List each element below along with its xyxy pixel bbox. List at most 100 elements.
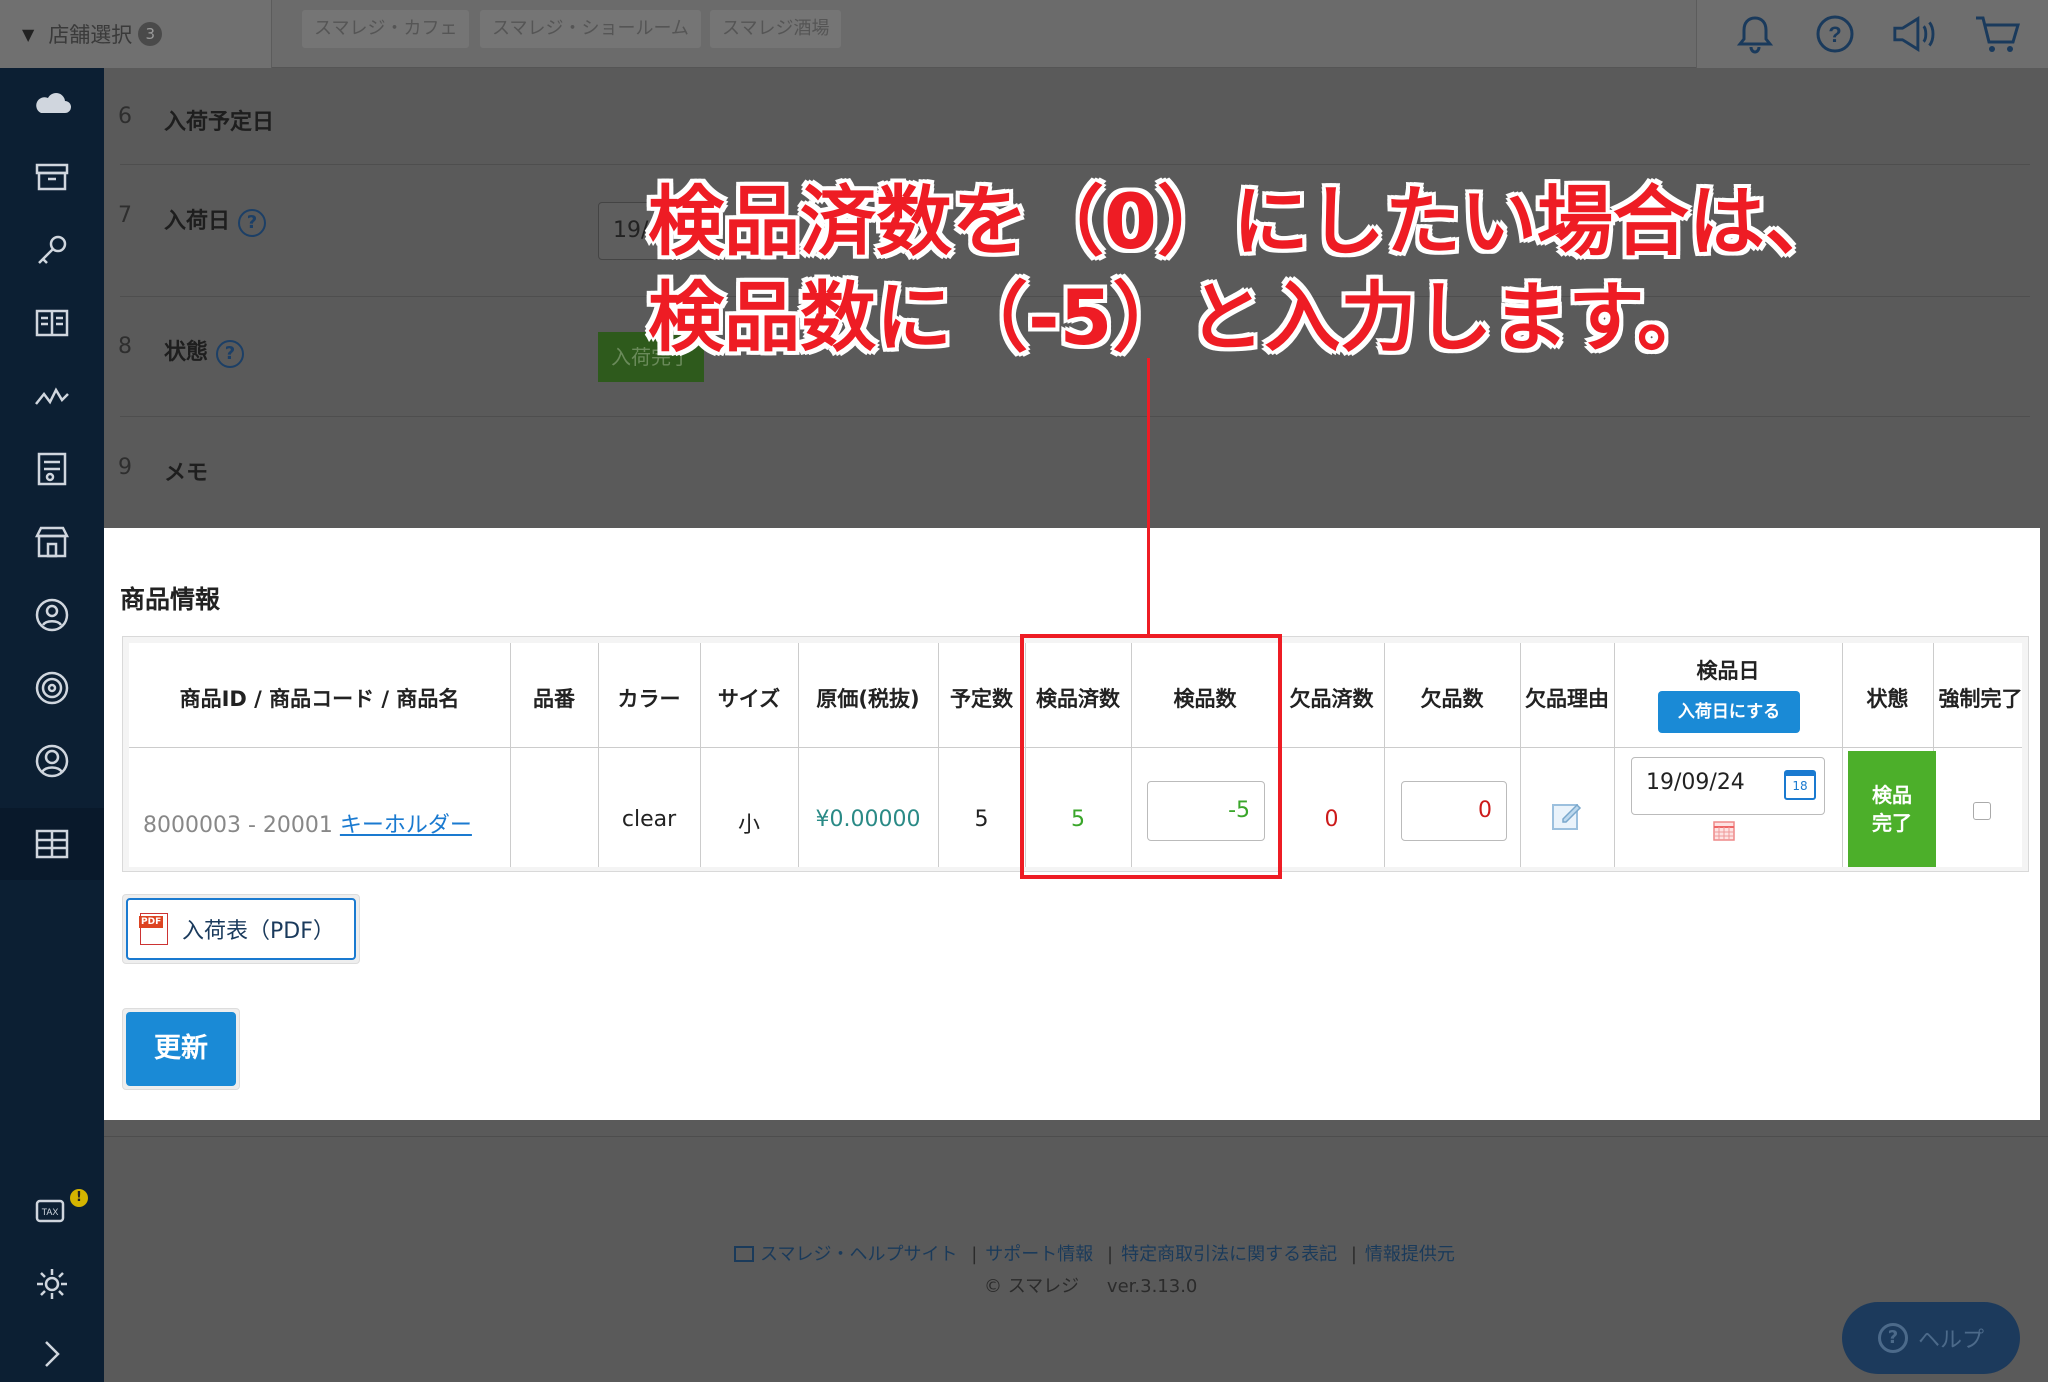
copyright: © スマレジ ver.3.13.0 (984, 1272, 1197, 1298)
missing-done-cell: 0 (1324, 807, 1339, 832)
help-button[interactable]: ? ヘルプ (1842, 1302, 2020, 1374)
pdf-button-wrap: PDF 入荷表（PDF） (122, 894, 360, 964)
row-number: 8 (118, 334, 132, 359)
help-button-label: ヘルプ (1917, 1328, 1984, 1353)
divider (120, 164, 2030, 165)
label-text: 状態 (164, 340, 209, 365)
user-circle-icon[interactable] (0, 579, 104, 651)
edit-note-icon[interactable] (1551, 799, 1583, 831)
row-number: 7 (118, 203, 132, 228)
color-cell: clear (621, 807, 677, 832)
section-title: 商品情報 (120, 585, 221, 614)
annotation-line: 検品数に（-5）と入力します。 (648, 273, 1713, 362)
footer-link-support[interactable]: サポート情報 (985, 1244, 1093, 1265)
annotation-highlight-box (1020, 634, 1282, 879)
account-icon[interactable] (0, 725, 104, 797)
external-link-icon (734, 1246, 754, 1262)
help-question-icon[interactable]: ? (216, 340, 245, 368)
col-divider (1520, 643, 1521, 867)
header-planned: 予定数 (950, 687, 1013, 711)
header-status: 状態 (1866, 687, 1909, 711)
header-missing-done: 欠品済数 (1289, 687, 1374, 711)
megaphone-icon[interactable] (1891, 10, 1939, 58)
target-icon[interactable] (0, 652, 104, 724)
footer-link-commerce-law[interactable]: 特定商取引法に関する表記 (1121, 1244, 1337, 1265)
col-divider (1842, 643, 1843, 867)
store-tab-cafe[interactable]: スマレジ・カフェ (302, 10, 470, 48)
label-arrival-date: 入荷日? (164, 203, 267, 237)
col-divider (1384, 643, 1385, 867)
status-line: 完了 (1872, 811, 1912, 835)
book-icon[interactable] (0, 287, 104, 359)
pdf-icon: PDF (139, 913, 168, 945)
bell-icon[interactable] (1731, 10, 1779, 58)
footer: スマレジ・ヘルプサイト | サポート情報 | 特定商取引法に関する表記 | 情報提供元… (104, 1120, 2048, 1382)
report-icon[interactable] (0, 433, 104, 505)
divider (104, 1136, 2048, 1137)
product-id-code: 8000003 - 20001 (143, 813, 333, 838)
annotation-line: 検品済数を（0）にしたい場合は、 (648, 177, 1841, 266)
row-number: 6 (118, 104, 132, 129)
archive-icon[interactable] (0, 141, 104, 213)
arrival-sheet-pdf-button[interactable]: PDF 入荷表（PDF） (126, 898, 356, 960)
caret-down-icon: ▼ (22, 24, 35, 44)
col-divider (598, 643, 599, 867)
svg-text:?: ? (1828, 22, 1841, 47)
cart-icon[interactable] (1973, 10, 2021, 58)
missing-count-input[interactable]: 0 (1401, 781, 1507, 841)
col-divider (510, 643, 511, 867)
store-select-dropdown[interactable]: ▼ 店舗選択 3 (0, 0, 272, 68)
store-tab-showroom[interactable]: スマレジ・ショールーム (480, 10, 701, 48)
header-size: サイズ (717, 687, 781, 711)
key-icon[interactable] (0, 214, 104, 286)
cost-cell: ¥0.00000 (815, 807, 921, 832)
annotation-connector (1147, 358, 1150, 634)
status-line: 検品 (1872, 783, 1912, 807)
tax-icon[interactable]: TAX ! (0, 1175, 104, 1247)
cloud-icon[interactable] (0, 68, 104, 140)
header-color: カラー (617, 687, 681, 711)
gear-icon[interactable] (0, 1248, 104, 1320)
help-question-icon[interactable]: ? (238, 209, 267, 237)
row-number: 9 (118, 455, 132, 480)
question-icon[interactable]: ? (1811, 10, 1859, 58)
store-select-label: 店舗選択 (48, 23, 133, 47)
separator: | (1107, 1244, 1114, 1265)
col-divider (938, 643, 939, 867)
label-scheduled-arrival-date: 入荷予定日 (164, 110, 275, 135)
grid-icon[interactable] (0, 808, 104, 880)
label-memo: メモ (164, 461, 209, 486)
label-status: 状態? (164, 334, 245, 368)
footer-link-help[interactable]: スマレジ・ヘルプサイト (760, 1244, 957, 1265)
store-count-badge: 3 (138, 22, 163, 46)
header-missing-count: 欠品数 (1420, 687, 1484, 711)
separator: | (1350, 1244, 1357, 1265)
separator: | (971, 1244, 978, 1265)
store-icon[interactable] (0, 506, 104, 578)
pdf-icon-badge: PDF (139, 916, 164, 928)
update-button-wrap: 更新 (122, 1008, 240, 1090)
status-complete-badge: 検品 完了 (1848, 751, 1936, 867)
top-icon-group: ? (1696, 0, 2048, 68)
store-tab-bar[interactable]: スマレジ酒場 (710, 10, 842, 48)
product-name-link[interactable]: キーホルダー (340, 813, 472, 838)
inspect-date-input[interactable]: 19/09/24 18 (1631, 757, 1825, 815)
calendar-picker-icon[interactable] (1713, 821, 1735, 841)
chart-icon[interactable] (0, 360, 104, 432)
chevron-right-icon[interactable] (0, 1318, 104, 1382)
header-part-no: 品番 (533, 687, 575, 711)
svg-text:TAX: TAX (42, 1207, 59, 1217)
force-complete-checkbox[interactable] (1973, 802, 1991, 820)
update-button[interactable]: 更新 (126, 1012, 236, 1086)
set-arrival-date-button[interactable]: 入荷日にする (1658, 691, 1800, 733)
header-product: 商品ID / 商品コード / 商品名 (179, 687, 460, 711)
copyright-text: © スマレジ (984, 1276, 1080, 1297)
label-text: 入荷日 (164, 209, 231, 234)
product-id-cell: 8000003 - 20001 キーホルダー (143, 807, 472, 839)
calendar-icon[interactable]: 18 (1784, 770, 1816, 800)
question-icon: ? (1877, 1323, 1908, 1353)
footer-links: スマレジ・ヘルプサイト | サポート情報 | 特定商取引法に関する表記 | 情報提供元 (734, 1240, 1455, 1266)
footer-link-info-source[interactable]: 情報提供元 (1365, 1244, 1455, 1265)
annotation-text: 検品済数を（0）にしたい場合は、 検品数に（-5）と入力します。 (648, 174, 1841, 366)
tax-alert-badge: ! (70, 1189, 88, 1207)
